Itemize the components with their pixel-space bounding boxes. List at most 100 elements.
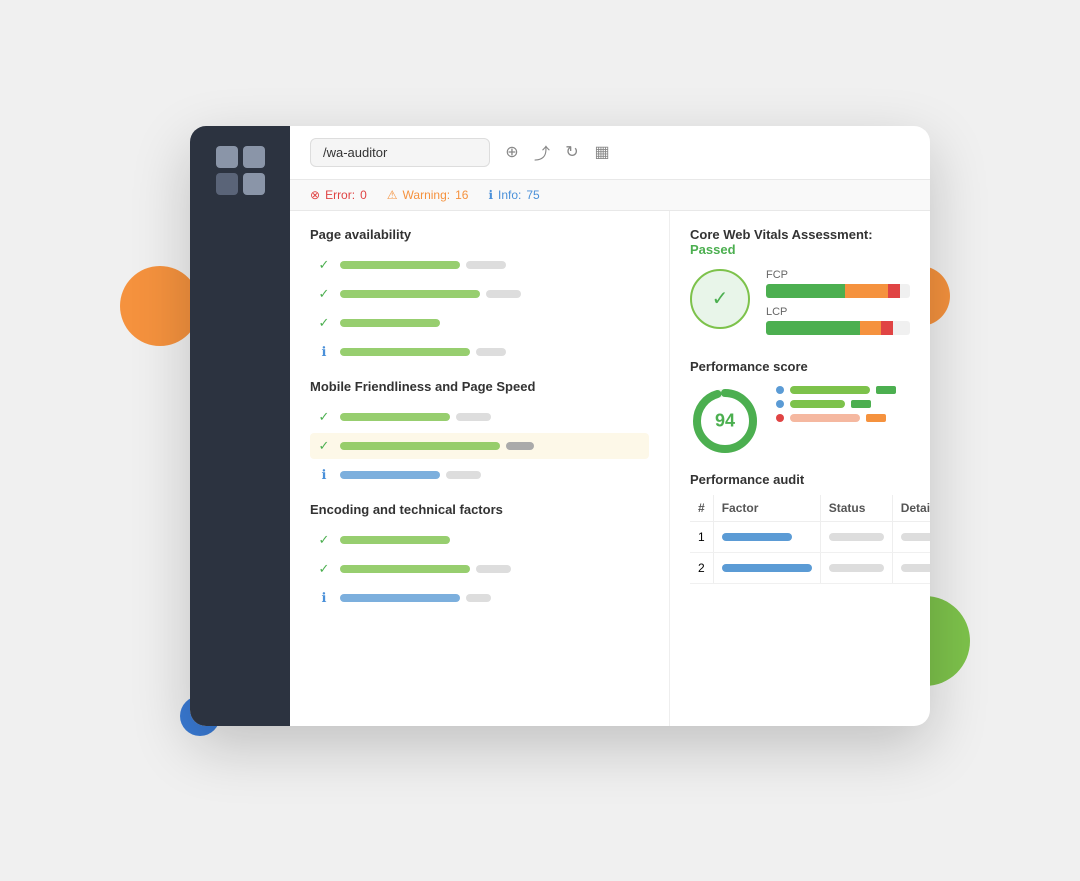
error-label: Error: xyxy=(325,188,355,202)
bar-green xyxy=(340,319,440,327)
audit-row: ℹ xyxy=(310,462,649,488)
audit-row: ✓ xyxy=(310,252,649,278)
bar-gray xyxy=(466,594,491,602)
row-num: 2 xyxy=(690,552,713,583)
fcp-label: FCP xyxy=(766,269,910,281)
bar-green xyxy=(340,442,500,450)
refresh-icon[interactable]: ↻ xyxy=(562,142,582,162)
cwv-section: ✓ FCP LCP xyxy=(690,269,910,343)
bar-gray xyxy=(466,261,506,269)
error-icon: ⊗ xyxy=(310,188,320,202)
audit-row: ℹ xyxy=(310,339,649,365)
main-window: ⊕ ⤴ ↻ ▦ ⊗ Error: 0 ⚠ Warning: 16 xyxy=(190,126,930,726)
bar-blue xyxy=(340,471,440,479)
lcp-green xyxy=(766,321,860,335)
bar-gray xyxy=(456,413,491,421)
calendar-icon[interactable]: ▦ xyxy=(592,142,612,162)
row-status xyxy=(820,552,892,583)
info-icon: ℹ xyxy=(316,590,332,606)
perf-header: Performance score xyxy=(690,359,910,374)
check-icon: ✓ xyxy=(316,561,332,577)
audit-header: Performance audit xyxy=(690,472,910,487)
bar-container xyxy=(340,565,643,573)
score-value: 94 xyxy=(715,410,735,431)
bar-green xyxy=(340,261,460,269)
lcp-bar xyxy=(766,321,910,335)
bar-container xyxy=(340,319,643,327)
audit-row-highlighted: ✓ xyxy=(310,433,649,459)
perf-bar xyxy=(790,400,845,408)
audit-row: ✓ xyxy=(310,556,649,582)
audit-row: ✓ xyxy=(310,404,649,430)
audit-row: ✓ xyxy=(310,281,649,307)
bar-dark xyxy=(506,442,534,450)
logo-block-1 xyxy=(216,146,238,168)
bar-green xyxy=(340,565,470,573)
perf-item xyxy=(776,414,910,422)
bar-green xyxy=(340,536,450,544)
bar-container xyxy=(340,413,643,421)
bar-gray xyxy=(486,290,521,298)
bar-blue xyxy=(340,594,460,602)
row-factor xyxy=(713,552,820,583)
toolbar-icons: ⊕ ⤴ ↻ ▦ xyxy=(502,142,612,162)
info-count: 75 xyxy=(526,188,539,202)
url-input[interactable] xyxy=(310,138,490,167)
perf-dash xyxy=(851,400,871,408)
cwv-header: Core Web Vitals Assessment: Passed xyxy=(690,227,910,257)
info-status: ℹ Info: 75 xyxy=(488,188,539,202)
top-bar: ⊕ ⤴ ↻ ▦ xyxy=(290,126,930,180)
perf-bar xyxy=(790,386,870,394)
bar-container xyxy=(340,471,643,479)
bar-green xyxy=(340,290,480,298)
info-icon: ℹ xyxy=(488,188,493,202)
row-factor xyxy=(713,521,820,552)
col-factor: Factor xyxy=(713,495,820,522)
details-bar xyxy=(901,564,930,572)
perf-bar-orange xyxy=(790,414,860,422)
section-encoding: Encoding and technical factors xyxy=(310,502,649,517)
right-panel: Core Web Vitals Assessment: Passed ✓ FCP xyxy=(670,211,930,726)
check-icon: ✓ xyxy=(316,315,332,331)
share-icon[interactable]: ⤴ xyxy=(532,142,552,162)
audit-row: ✓ xyxy=(310,527,649,553)
factor-bar xyxy=(722,564,812,572)
score-donut: 94 xyxy=(690,386,760,456)
bar-container xyxy=(340,261,643,269)
fcp-orange xyxy=(845,284,888,298)
details-bar xyxy=(901,533,930,541)
lcp-label: LCP xyxy=(766,306,910,318)
cwv-title: Core Web Vitals Assessment: xyxy=(690,227,873,242)
lcp-red xyxy=(881,321,893,335)
perf-item xyxy=(776,400,910,408)
logo-block-3 xyxy=(216,173,238,195)
sidebar-logo xyxy=(216,146,265,195)
table-row: 2 xyxy=(690,552,930,583)
perf-item xyxy=(776,386,910,394)
bar-container xyxy=(340,290,643,298)
bar-container xyxy=(340,594,643,602)
bar-gray xyxy=(476,565,511,573)
info-icon: ℹ xyxy=(316,467,332,483)
check-icon: ✓ xyxy=(316,286,332,302)
main-content: ⊕ ⤴ ↻ ▦ ⊗ Error: 0 ⚠ Warning: 16 xyxy=(290,126,930,726)
col-details: Details xyxy=(892,495,930,522)
content-area: Page availability ✓ ✓ xyxy=(290,211,930,726)
factor-bar xyxy=(722,533,792,541)
check-icon: ✓ xyxy=(316,257,332,273)
deco-orange-left xyxy=(120,266,200,346)
check-icon: ✓ xyxy=(316,409,332,425)
row-details xyxy=(892,552,930,583)
col-status: Status xyxy=(820,495,892,522)
row-num: 1 xyxy=(690,521,713,552)
error-count: 0 xyxy=(360,188,367,202)
info-icon: ℹ xyxy=(316,344,332,360)
warning-count: 16 xyxy=(455,188,468,202)
status-bar: ⊗ Error: 0 ⚠ Warning: 16 ℹ Info: 75 xyxy=(290,180,930,211)
warning-status: ⚠ Warning: 16 xyxy=(387,188,469,202)
fcp-bar xyxy=(766,284,910,298)
plus-icon[interactable]: ⊕ xyxy=(502,142,522,162)
perf-dash xyxy=(876,386,896,394)
table-row: 1 xyxy=(690,521,930,552)
info-label: Info: xyxy=(498,188,521,202)
